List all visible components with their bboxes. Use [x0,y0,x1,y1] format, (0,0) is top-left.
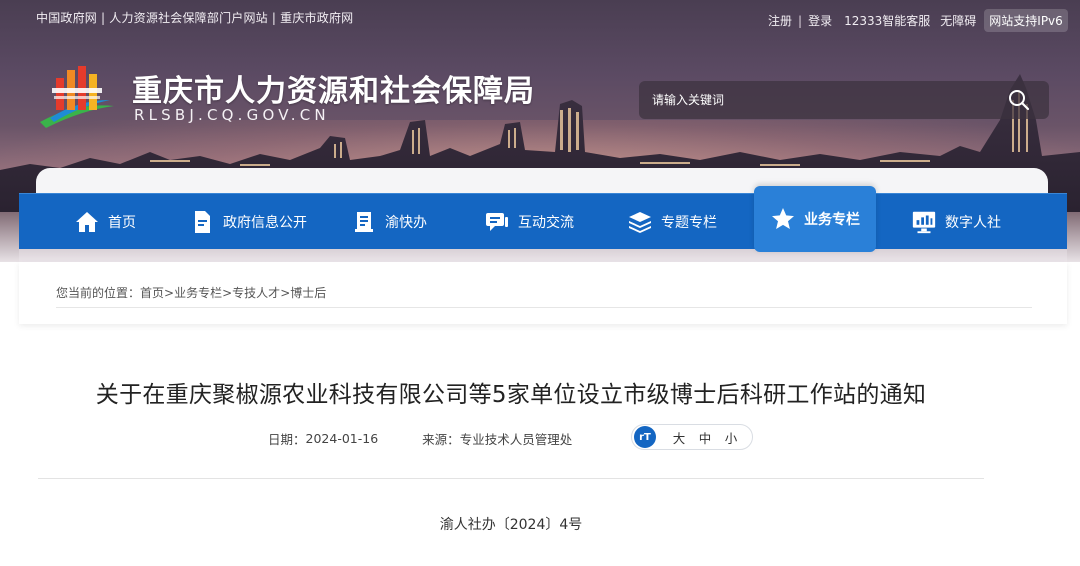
breadcrumb-home[interactable]: 首页 [140,286,164,300]
nav-label: 互动交流 [518,215,574,231]
nav-shelf [36,168,1048,196]
font-size-icon: rT [634,426,656,448]
star-icon [770,206,796,232]
nav-business[interactable]: 业务专栏 [754,186,876,252]
article-source: 专业技术人员管理处 [459,432,573,447]
book-icon [351,209,377,235]
breadcrumb-prefix: 您当前的位置： [56,286,141,300]
font-small-button[interactable]: 小 [718,428,744,447]
nav-label: 数字人社 [945,215,1001,231]
nav-label: 业务专栏 [804,212,860,228]
service-link[interactable]: 12333智能客服 [844,12,930,29]
article-title: 关于在重庆聚椒源农业科技有限公司等5家单位设立市级博士后科研工作站的通知 [95,382,927,408]
monitor-chart-icon [911,209,937,235]
nav-label: 政府信息公开 [223,215,307,231]
main-nav: 首页 政府信息公开 渝快办 互动交流 专题专栏 业务专栏 数字人社 [19,186,1067,252]
site-title[interactable]: 重庆市人力资源和社会保障局 [132,66,535,110]
top-links[interactable]: 中国政府网 | 人力资源社会保障部门户网站 | 重庆市政府网 [36,9,353,26]
search-icon[interactable] [1007,88,1031,112]
login-link[interactable]: 登录 [808,12,832,29]
search-input[interactable] [639,81,999,119]
chat-icon [484,209,510,235]
nav-digital[interactable]: 数字人社 [911,194,1001,250]
breadcrumb-separator: > [164,286,175,300]
article-meta: 日期： 2024-01-16 来源： 专业技术人员管理处 [268,429,572,448]
breadcrumb-postdoc[interactable]: 博士后 [290,286,326,300]
nav-gov-info[interactable]: 政府信息公开 [189,194,307,250]
publish-date: 2024-01-16 [305,431,379,446]
breadcrumb-underline [56,307,1032,308]
breadcrumb-business[interactable]: 业务专栏 [174,286,222,300]
nav-interaction[interactable]: 互动交流 [484,194,574,250]
article-divider [38,478,984,479]
nav-topics[interactable]: 专题专栏 [627,194,717,250]
site-domain: RLSBJ.CQ.GOV.CN [134,106,330,124]
ipv6-badge: 网站支持IPv6 [984,9,1068,32]
top-account-links: 注册 | 登录 12333智能客服 无障碍 网站支持IPv6 [768,9,1068,32]
font-medium-button[interactable]: 中 [692,428,718,447]
date-label: 日期： [268,432,306,447]
layers-icon [627,209,653,235]
link-divider: | [798,13,803,28]
nav-label: 专题专栏 [661,215,717,231]
breadcrumb: 您当前的位置：首页>业务专栏>专技人才>博士后 [56,284,326,301]
font-large-button[interactable]: 大 [666,428,692,447]
document-icon [189,209,215,235]
search-box [639,81,1049,119]
accessibility-link[interactable]: 无障碍 [940,12,976,29]
nav-label: 渝快办 [385,215,427,231]
home-icon [74,209,100,235]
breadcrumb-separator: > [222,286,233,300]
breadcrumb-separator: > [280,286,291,300]
breadcrumb-panel: 您当前的位置：首页>业务专栏>专技人才>博士后 [19,262,1067,324]
nav-label: 首页 [108,215,136,231]
font-size-control: rT 大 中 小 [631,424,753,450]
nav-home[interactable]: 首页 [74,194,136,250]
nav-yukuaiban[interactable]: 渝快办 [351,194,427,250]
breadcrumb-talent[interactable]: 专技人才 [232,286,280,300]
source-label: 来源： [422,432,460,447]
bureau-logo[interactable] [36,62,116,128]
register-link[interactable]: 注册 [768,12,792,29]
nav-bottom-strip [19,249,1067,262]
document-number: 渝人社办〔2024〕4号 [439,517,583,533]
